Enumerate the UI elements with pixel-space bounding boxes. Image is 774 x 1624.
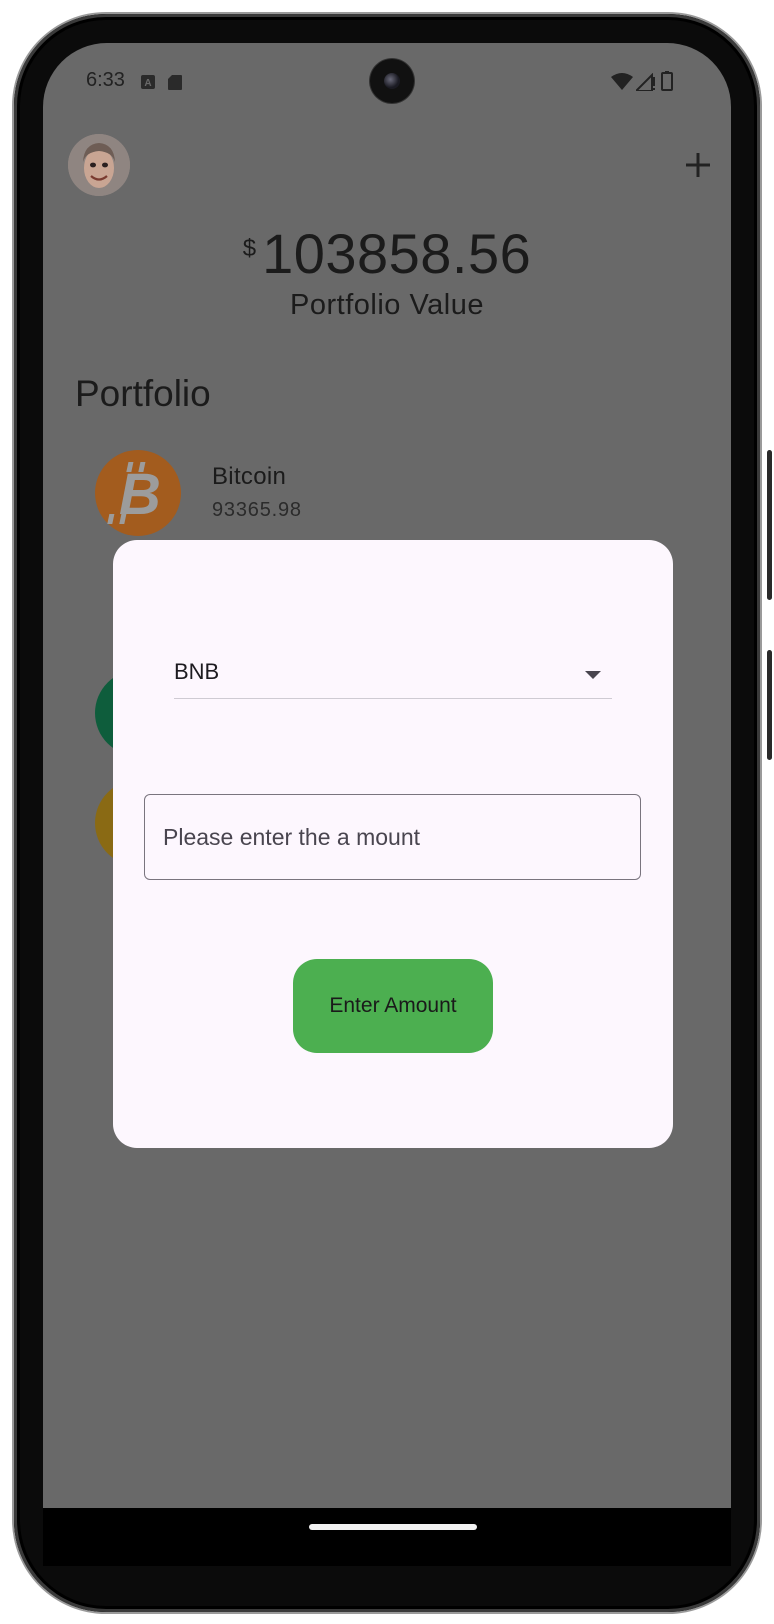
battery-icon	[661, 71, 673, 91]
coin-amount: 93365.98	[212, 499, 302, 521]
avatar-icon	[68, 134, 130, 196]
portfolio-value-amount: 103858.56	[262, 222, 532, 285]
navigation-bar	[43, 1508, 731, 1566]
chevron-down-icon	[585, 671, 601, 679]
bitcoin-icon: B	[107, 462, 161, 527]
portfolio-value-label: Portfolio Value	[290, 289, 484, 321]
power-button	[767, 450, 772, 600]
signal-icon	[636, 73, 655, 91]
wifi-icon	[611, 73, 633, 90]
coin-avatar-bitcoin[interactable]: B	[95, 450, 181, 536]
amount-input[interactable]	[144, 794, 641, 880]
front-camera	[370, 59, 414, 103]
enter-amount-button[interactable]: Enter Amount	[293, 959, 493, 1053]
currency-symbol: $	[242, 235, 257, 262]
dropdown-selected-value: BNB	[174, 659, 220, 684]
add-coin-dialog: BNB Enter Amount	[113, 540, 673, 1148]
coin-name: Bitcoin	[212, 463, 287, 490]
volume-button	[767, 650, 772, 760]
avatar[interactable]	[68, 134, 130, 196]
sd-card-icon	[168, 75, 182, 90]
home-indicator[interactable]	[309, 1524, 477, 1530]
section-title: Portfolio	[75, 373, 211, 414]
svg-text:A: A	[144, 78, 151, 89]
portfolio-value: $103858.56	[43, 221, 731, 286]
status-time: 6:33	[86, 69, 125, 91]
coin-dropdown[interactable]: BNB	[174, 650, 612, 699]
app-screen: 6:33 A $103858.56 Portfolio Value Portfo…	[43, 43, 731, 1566]
keyboard-icon: A	[141, 75, 155, 89]
plus-icon[interactable]	[683, 150, 713, 180]
